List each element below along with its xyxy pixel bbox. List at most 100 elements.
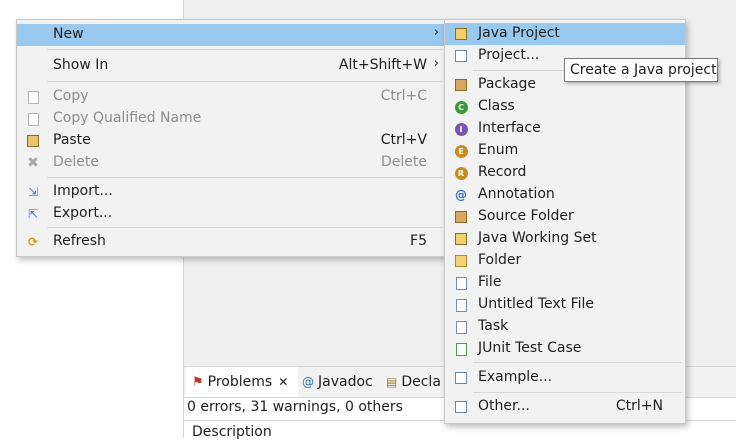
menu-item-refresh[interactable]: ⟳ Refresh F5 bbox=[17, 231, 445, 253]
menu-item-label: Copy Qualified Name bbox=[53, 110, 202, 126]
submenu-item-label: Folder bbox=[478, 252, 522, 268]
javadoc-icon: @ bbox=[302, 375, 314, 389]
submenu-item-label: JUnit Test Case bbox=[478, 340, 582, 356]
copy-icon bbox=[25, 89, 41, 105]
submenu-item-label: Source Folder bbox=[478, 208, 574, 224]
close-icon[interactable]: ✕ bbox=[278, 375, 288, 389]
annotation-icon: @ bbox=[455, 188, 467, 202]
example-icon bbox=[453, 370, 469, 386]
menu-item-label: Delete bbox=[53, 154, 99, 170]
menu-item-paste[interactable]: Paste Ctrl+V bbox=[17, 130, 445, 152]
other-wizard-icon bbox=[453, 399, 469, 415]
submenu-item-file[interactable]: File bbox=[445, 272, 685, 294]
interface-icon: I bbox=[453, 121, 469, 137]
menu-item-copy[interactable]: Copy Ctrl+C bbox=[17, 86, 445, 108]
submenu-item-label: Java Working Set bbox=[478, 230, 597, 246]
file-icon bbox=[453, 275, 469, 291]
tab-javadoc[interactable]: @ Javadoc bbox=[302, 367, 382, 397]
menu-separator bbox=[47, 227, 442, 228]
menu-item-delete[interactable]: ✖ Delete Delete bbox=[17, 152, 445, 174]
copy-qualified-name-icon bbox=[25, 111, 41, 127]
menu-item-label: Copy bbox=[53, 88, 89, 104]
menu-item-shortcut: Alt+Shift+W bbox=[338, 57, 427, 73]
menu-item-label: Import... bbox=[53, 183, 113, 199]
tab-declaration-label: Decla bbox=[401, 374, 441, 390]
menu-item-new[interactable]: New › bbox=[17, 24, 445, 46]
export-icon: ⇱ bbox=[27, 207, 39, 221]
menu-item-label: Refresh bbox=[53, 233, 106, 249]
submenu-item-folder[interactable]: Folder bbox=[445, 250, 685, 272]
project-icon bbox=[453, 48, 469, 64]
submenu-item-task[interactable]: Task bbox=[445, 316, 685, 338]
import-icon: ⇲ bbox=[27, 185, 39, 199]
menu-separator bbox=[47, 81, 442, 82]
submenu-item-label: Enum bbox=[478, 142, 519, 158]
task-icon bbox=[453, 319, 469, 335]
submenu-item-annotation[interactable]: @ Annotation bbox=[445, 184, 685, 206]
package-icon bbox=[453, 77, 469, 93]
submenu-item-label: Java Project bbox=[478, 25, 560, 41]
text-file-icon bbox=[453, 297, 469, 313]
problems-summary: 0 errors, 31 warnings, 0 others bbox=[187, 399, 403, 415]
context-menu: New › Show In Alt+Shift+W › Copy Ctrl+C … bbox=[16, 19, 446, 257]
menu-item-label: Paste bbox=[53, 132, 91, 148]
source-folder-icon bbox=[453, 209, 469, 225]
submenu-item-label: Untitled Text File bbox=[478, 296, 595, 312]
menu-item-export[interactable]: ⇱ Export... bbox=[17, 203, 445, 225]
chevron-right-icon: › bbox=[433, 56, 439, 71]
submenu-item-label: Package bbox=[478, 76, 537, 92]
submenu-item-java-project[interactable]: Java Project bbox=[445, 23, 685, 45]
java-working-set-icon bbox=[453, 231, 469, 247]
refresh-icon: ⟳ bbox=[27, 235, 39, 249]
menu-item-label: Export... bbox=[53, 205, 113, 221]
submenu-item-enum[interactable]: E Enum bbox=[445, 140, 685, 162]
menu-item-shortcut: F5 bbox=[410, 233, 427, 249]
declaration-icon: ▤ bbox=[386, 375, 398, 389]
record-icon: R bbox=[453, 165, 469, 181]
submenu-item-record[interactable]: R Record bbox=[445, 162, 685, 184]
submenu-item-junit-test-case[interactable]: JUnit Test Case bbox=[445, 338, 685, 360]
menu-item-label: Show In bbox=[53, 57, 109, 73]
paste-icon bbox=[25, 133, 41, 149]
menu-separator bbox=[473, 392, 682, 393]
menu-item-shortcut: Ctrl+C bbox=[380, 88, 427, 104]
submenu-item-label: Task bbox=[478, 318, 509, 334]
submenu-item-label: Class bbox=[478, 98, 515, 114]
menu-separator bbox=[47, 177, 442, 178]
menu-item-shortcut: Ctrl+V bbox=[380, 132, 427, 148]
menu-item-import[interactable]: ⇲ Import... bbox=[17, 181, 445, 203]
tab-javadoc-label: Javadoc bbox=[318, 374, 373, 390]
submenu-item-interface[interactable]: I Interface bbox=[445, 118, 685, 140]
submenu-item-example[interactable]: Example... bbox=[445, 367, 685, 389]
menu-item-copy-qualified-name[interactable]: Copy Qualified Name bbox=[17, 108, 445, 130]
submenu-item-label: Annotation bbox=[478, 186, 555, 202]
submenu-item-java-working-set[interactable]: Java Working Set bbox=[445, 228, 685, 250]
junit-icon bbox=[453, 341, 469, 357]
tab-problems[interactable]: ⚑ Problems ✕ bbox=[186, 367, 298, 397]
tab-declaration[interactable]: ▤ Decla bbox=[386, 367, 446, 397]
submenu-item-label: File bbox=[478, 274, 502, 290]
menu-item-label: New bbox=[53, 26, 84, 42]
submenu-item-label: Interface bbox=[478, 120, 541, 136]
class-icon: C bbox=[453, 99, 469, 115]
enum-icon: E bbox=[453, 143, 469, 159]
problems-icon: ⚑ bbox=[192, 374, 204, 390]
submenu-item-other[interactable]: Other... Ctrl+N bbox=[445, 396, 685, 418]
tab-problems-label: Problems bbox=[207, 374, 273, 390]
chevron-right-icon: › bbox=[433, 25, 439, 40]
submenu-item-label: Record bbox=[478, 164, 527, 180]
menu-separator bbox=[47, 49, 442, 50]
submenu-item-class[interactable]: C Class bbox=[445, 96, 685, 118]
delete-icon: ✖ bbox=[27, 155, 39, 171]
submenu-item-label: Example... bbox=[478, 369, 553, 385]
java-project-icon bbox=[453, 26, 469, 42]
menu-item-show-in[interactable]: Show In Alt+Shift+W › bbox=[17, 55, 445, 77]
submenu-item-untitled-text-file[interactable]: Untitled Text File bbox=[445, 294, 685, 316]
submenu-item-label: Project... bbox=[478, 47, 540, 63]
submenu-item-label: Other... bbox=[478, 398, 530, 414]
folder-icon bbox=[453, 253, 469, 269]
tooltip: Create a Java project bbox=[564, 58, 718, 82]
submenu-item-source-folder[interactable]: Source Folder bbox=[445, 206, 685, 228]
menu-separator bbox=[473, 362, 682, 363]
menu-item-shortcut: Delete bbox=[381, 154, 427, 170]
